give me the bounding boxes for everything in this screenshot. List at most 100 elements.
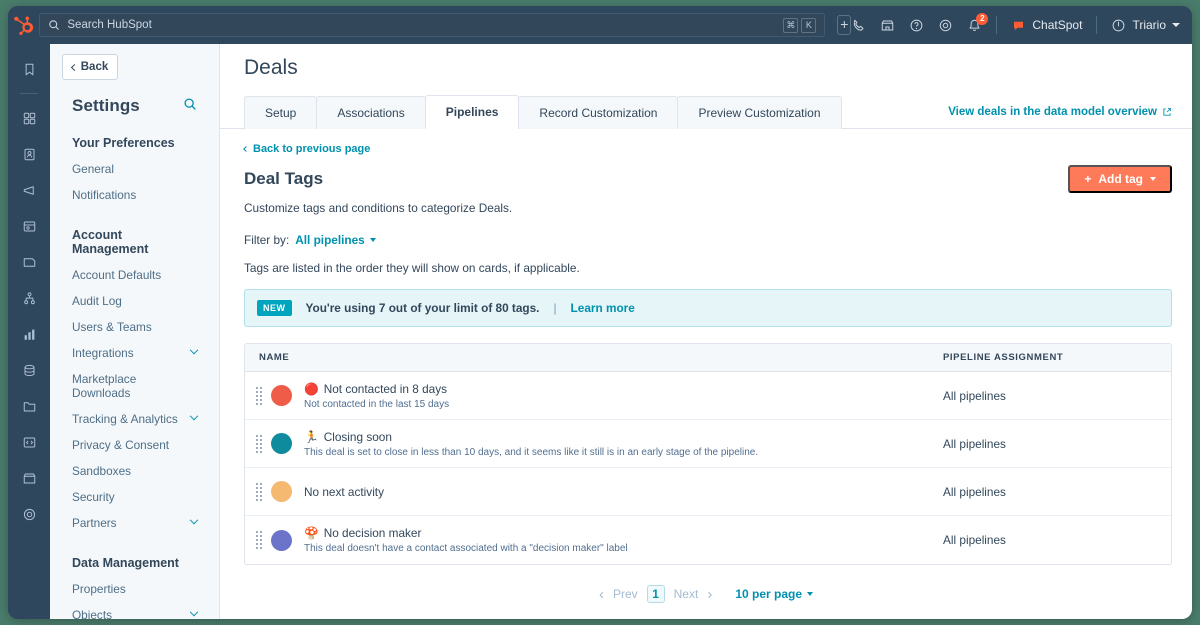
- sidebar-item-label: General: [72, 162, 114, 176]
- sidebar-item-tracking-analytics[interactable]: Tracking & Analytics: [50, 406, 219, 432]
- drag-handle-icon[interactable]: [251, 387, 267, 405]
- table-row[interactable]: 🏃Closing soonThis deal is set to close i…: [245, 420, 1171, 468]
- sidebar-item-label: Integrations: [72, 346, 134, 360]
- tab-pipelines[interactable]: Pipelines: [425, 95, 520, 129]
- notification-badge: 2: [976, 13, 988, 25]
- automation-icon[interactable]: [14, 283, 44, 313]
- page-title: Deals: [220, 44, 1192, 80]
- kbd-cmd: ⌘: [783, 18, 798, 33]
- tab-record-customization[interactable]: Record Customization: [518, 96, 678, 129]
- table-row[interactable]: 🔴Not contacted in 8 daysNot contacted in…: [245, 372, 1171, 420]
- reports-icon[interactable]: [14, 319, 44, 349]
- sidebar-item-label: Audit Log: [72, 294, 122, 308]
- next-button[interactable]: Next: [674, 587, 699, 601]
- create-new-button[interactable]: +: [837, 15, 851, 35]
- sidebar-item-objects[interactable]: Objects: [50, 602, 219, 619]
- pipeline-filter-dropdown[interactable]: All pipelines: [295, 233, 376, 247]
- tag-limit-text: You're using 7 out of your limit of 80 t…: [306, 301, 540, 315]
- chevron-down-icon: [807, 592, 813, 596]
- sidebar-item-account-defaults[interactable]: Account Defaults: [50, 262, 219, 288]
- prev-button[interactable]: Prev: [613, 587, 638, 601]
- sidebar-item-notifications[interactable]: Notifications: [50, 182, 219, 208]
- learn-more-link[interactable]: Learn more: [571, 301, 635, 315]
- account-menu[interactable]: Triario: [1111, 18, 1180, 33]
- sidebar-item-marketplace-downloads[interactable]: Marketplace Downloads: [50, 366, 219, 406]
- settings-gear-icon[interactable]: [938, 18, 953, 33]
- breadcrumb-back-link[interactable]: Back to previous page: [220, 129, 1192, 155]
- tag-limit-banner: NEW You're using 7 out of your limit of …: [244, 289, 1172, 327]
- external-link-icon: [1162, 107, 1172, 117]
- back-button[interactable]: Back: [62, 54, 118, 80]
- tab-setup[interactable]: Setup: [244, 96, 317, 129]
- chevron-down-icon: [190, 412, 198, 420]
- sidebar-item-users-teams[interactable]: Users & Teams: [50, 314, 219, 340]
- megaphone-icon[interactable]: [14, 175, 44, 205]
- tag-color-swatch[interactable]: [271, 530, 292, 551]
- pagination: ‹ Prev 1 Next › 10 per page: [220, 585, 1192, 603]
- sidebar-item-integrations[interactable]: Integrations: [50, 340, 219, 366]
- sidebar-item-audit-log[interactable]: Audit Log: [50, 288, 219, 314]
- sidebar-search-icon[interactable]: [183, 97, 197, 116]
- tickets-icon[interactable]: [14, 247, 44, 277]
- tag-color-swatch[interactable]: [271, 481, 292, 502]
- marketplace-icon[interactable]: [880, 18, 895, 33]
- drag-handle-icon[interactable]: [251, 483, 267, 501]
- tag-info-cell: 🏃Closing soonThis deal is set to close i…: [292, 430, 943, 458]
- sidebar-item-label: Objects: [72, 608, 112, 619]
- tag-color-swatch[interactable]: [271, 385, 292, 406]
- rail-divider: [20, 93, 38, 94]
- tab-associations[interactable]: Associations: [316, 96, 425, 129]
- chevron-down-icon: [190, 516, 198, 524]
- contacts-icon[interactable]: [14, 139, 44, 169]
- add-tag-button[interactable]: + Add tag: [1068, 165, 1172, 193]
- filter-row: Filter by: All pipelines: [220, 215, 1192, 247]
- drag-handle-icon[interactable]: [251, 435, 267, 453]
- sidebar-item-label: Sandboxes: [72, 464, 131, 478]
- table-body: 🔴Not contacted in 8 daysNot contacted in…: [245, 372, 1171, 564]
- hubspot-logo-icon[interactable]: [8, 6, 37, 44]
- drag-handle-icon[interactable]: [251, 531, 267, 549]
- sidebar-item-label: Users & Teams: [72, 320, 152, 334]
- settings-sidebar: Back Settings Your PreferencesGeneralNot…: [50, 44, 220, 619]
- per-page-label: 10 per page: [735, 587, 802, 601]
- sidebar-item-privacy-consent[interactable]: Privacy & Consent: [50, 432, 219, 458]
- back-button-label: Back: [81, 61, 109, 73]
- per-page-dropdown[interactable]: 10 per page: [735, 587, 813, 601]
- tag-color-swatch[interactable]: [271, 433, 292, 454]
- settings-rail-icon[interactable]: [14, 499, 44, 529]
- column-header-name: NAME: [245, 352, 943, 363]
- sidebar-item-security[interactable]: Security: [50, 484, 219, 510]
- phone-icon[interactable]: [851, 18, 866, 33]
- help-icon[interactable]: [909, 18, 924, 33]
- chevron-left-small-icon: [243, 146, 249, 152]
- content-icon[interactable]: [14, 211, 44, 241]
- sidebar-item-sandboxes[interactable]: Sandboxes: [50, 458, 219, 484]
- filter-label: Filter by:: [244, 233, 289, 247]
- bookmark-icon[interactable]: [14, 54, 44, 84]
- sidebar-group-title: Your Preferences: [50, 116, 219, 156]
- list-order-note: Tags are listed in the order they will s…: [220, 247, 1192, 275]
- sidebar-item-label: Privacy & Consent: [72, 438, 169, 452]
- search-input[interactable]: Search HubSpot ⌘ K: [39, 13, 825, 37]
- tag-description: This deal doesn't have a contact associa…: [304, 543, 943, 554]
- notifications-icon[interactable]: 2: [967, 18, 982, 33]
- tag-name-row: 🏃Closing soon: [304, 430, 943, 444]
- tab-preview-customization[interactable]: Preview Customization: [677, 96, 841, 129]
- table-row[interactable]: 🍄No decision makerThis deal doesn't have…: [245, 516, 1171, 564]
- marketplace-rail-icon[interactable]: [14, 463, 44, 493]
- sidebar-item-general[interactable]: General: [50, 156, 219, 182]
- code-icon[interactable]: [14, 427, 44, 457]
- folder-icon[interactable]: [14, 391, 44, 421]
- sidebar-item-properties[interactable]: Properties: [50, 576, 219, 602]
- chatspot-button[interactable]: ChatSpot: [1011, 18, 1082, 33]
- data-icon[interactable]: [14, 355, 44, 385]
- next-arrow-icon[interactable]: ›: [707, 586, 712, 603]
- grid-apps-icon[interactable]: [14, 103, 44, 133]
- table-row[interactable]: No next activityAll pipelines: [245, 468, 1171, 516]
- pipeline-assignment-value: All pipelines: [943, 485, 1171, 499]
- sidebar-item-partners[interactable]: Partners: [50, 510, 219, 536]
- prev-arrow-icon[interactable]: ‹: [599, 586, 604, 603]
- data-model-overview-link[interactable]: View deals in the data model overview: [948, 106, 1172, 118]
- page-number-1[interactable]: 1: [647, 585, 665, 603]
- plus-icon: +: [1084, 172, 1091, 186]
